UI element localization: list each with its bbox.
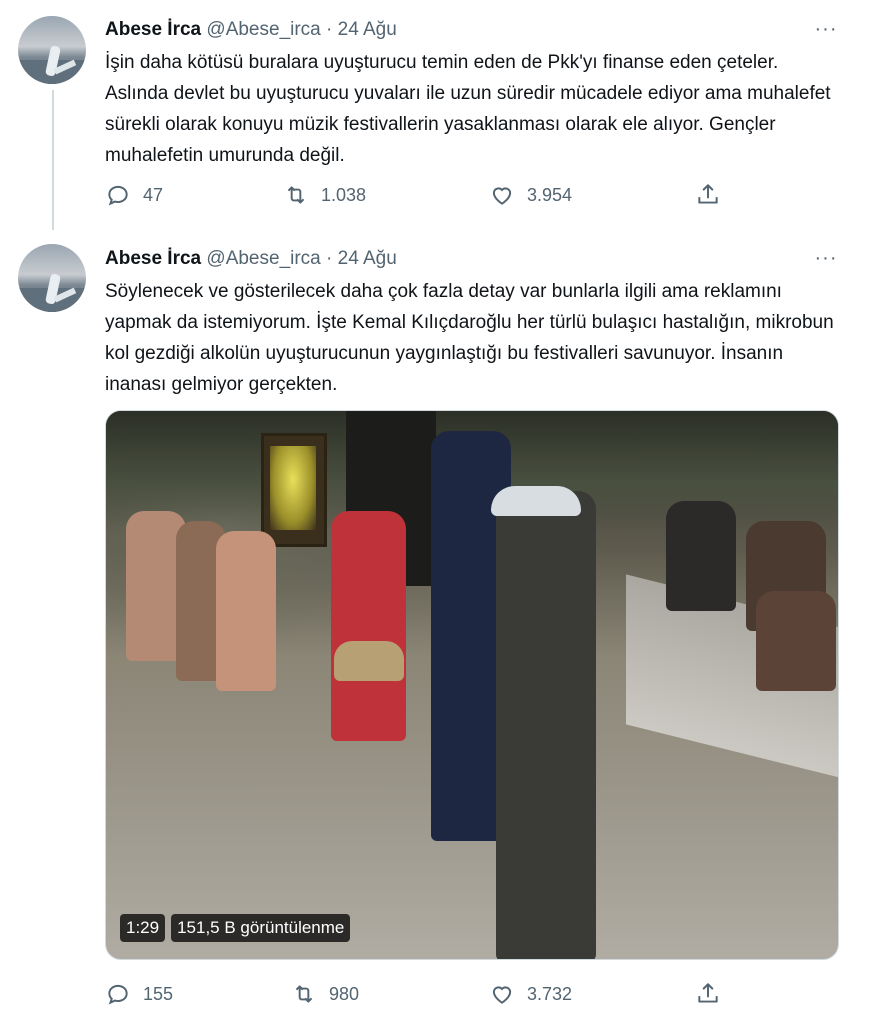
heart-icon <box>492 187 512 205</box>
share-icon <box>698 184 718 204</box>
video-duration: 1:29 <box>120 914 166 942</box>
video-view-count: 151,5 B görüntülenme <box>171 914 351 942</box>
avatar[interactable] <box>18 16 86 84</box>
reply-count: 47 <box>143 184 164 205</box>
retweet-button[interactable]: 1.038 <box>283 180 366 210</box>
tweet-text: Söylenecek ve gösterilecek daha çok fazl… <box>105 281 834 395</box>
tweet-header: Abese İrca @Abese_irca · 24 Ağu <box>105 18 397 42</box>
heart-icon <box>492 986 512 1004</box>
author-handle[interactable]: @Abese_irca <box>206 19 320 40</box>
retweet-button[interactable]: 980 <box>291 979 359 1009</box>
retweet-icon <box>287 186 305 204</box>
share-button[interactable] <box>695 979 721 1009</box>
share-button[interactable] <box>695 180 721 210</box>
tweet-2[interactable]: Abese İrca @Abese_irca · 24 Ağu ··· Söyl… <box>0 230 880 1016</box>
tweet-text: İşin daha kötüsü buralara uyuşturucu tem… <box>105 52 831 166</box>
reply-button[interactable]: 47 <box>105 180 163 210</box>
reply-count: 155 <box>143 983 174 1004</box>
like-count: 3.954 <box>527 184 573 205</box>
retweet-count: 1.038 <box>321 184 367 205</box>
reply-button[interactable]: 155 <box>105 979 173 1009</box>
separator-dot: · <box>326 19 333 40</box>
tweet-header: Abese İrca @Abese_irca · 24 Ağu <box>105 247 397 271</box>
author-name[interactable]: Abese İrca <box>105 248 201 269</box>
like-button[interactable]: 3.954 <box>489 180 572 210</box>
retweet-icon <box>295 985 313 1003</box>
author-handle[interactable]: @Abese_irca <box>206 248 320 269</box>
author-name[interactable]: Abese İrca <box>105 19 201 40</box>
tweet-date[interactable]: 24 Ağu <box>338 248 397 269</box>
avatar[interactable] <box>18 244 86 312</box>
tweet-actions: 47 1.038 3.954 <box>105 180 725 210</box>
reply-icon <box>108 185 128 206</box>
more-options-icon[interactable]: ··· <box>812 248 840 271</box>
like-count: 3.732 <box>527 983 573 1004</box>
reply-icon <box>108 984 128 1005</box>
tweet-date[interactable]: 24 Ağu <box>338 19 397 40</box>
like-button[interactable]: 3.732 <box>489 979 572 1009</box>
video-player[interactable]: 1:29 151,5 B görüntülenme <box>105 410 839 960</box>
tweet-actions: 155 980 3.732 <box>105 979 725 1009</box>
tweet-1[interactable]: Abese İrca @Abese_irca · 24 Ağu ··· İşin… <box>0 0 880 230</box>
video-info-badges: 1:29 151,5 B görüntülenme <box>120 914 351 942</box>
share-icon <box>698 983 718 1003</box>
more-options-icon[interactable]: ··· <box>812 19 840 42</box>
retweet-count: 980 <box>329 983 360 1004</box>
separator-dot: · <box>326 248 333 269</box>
